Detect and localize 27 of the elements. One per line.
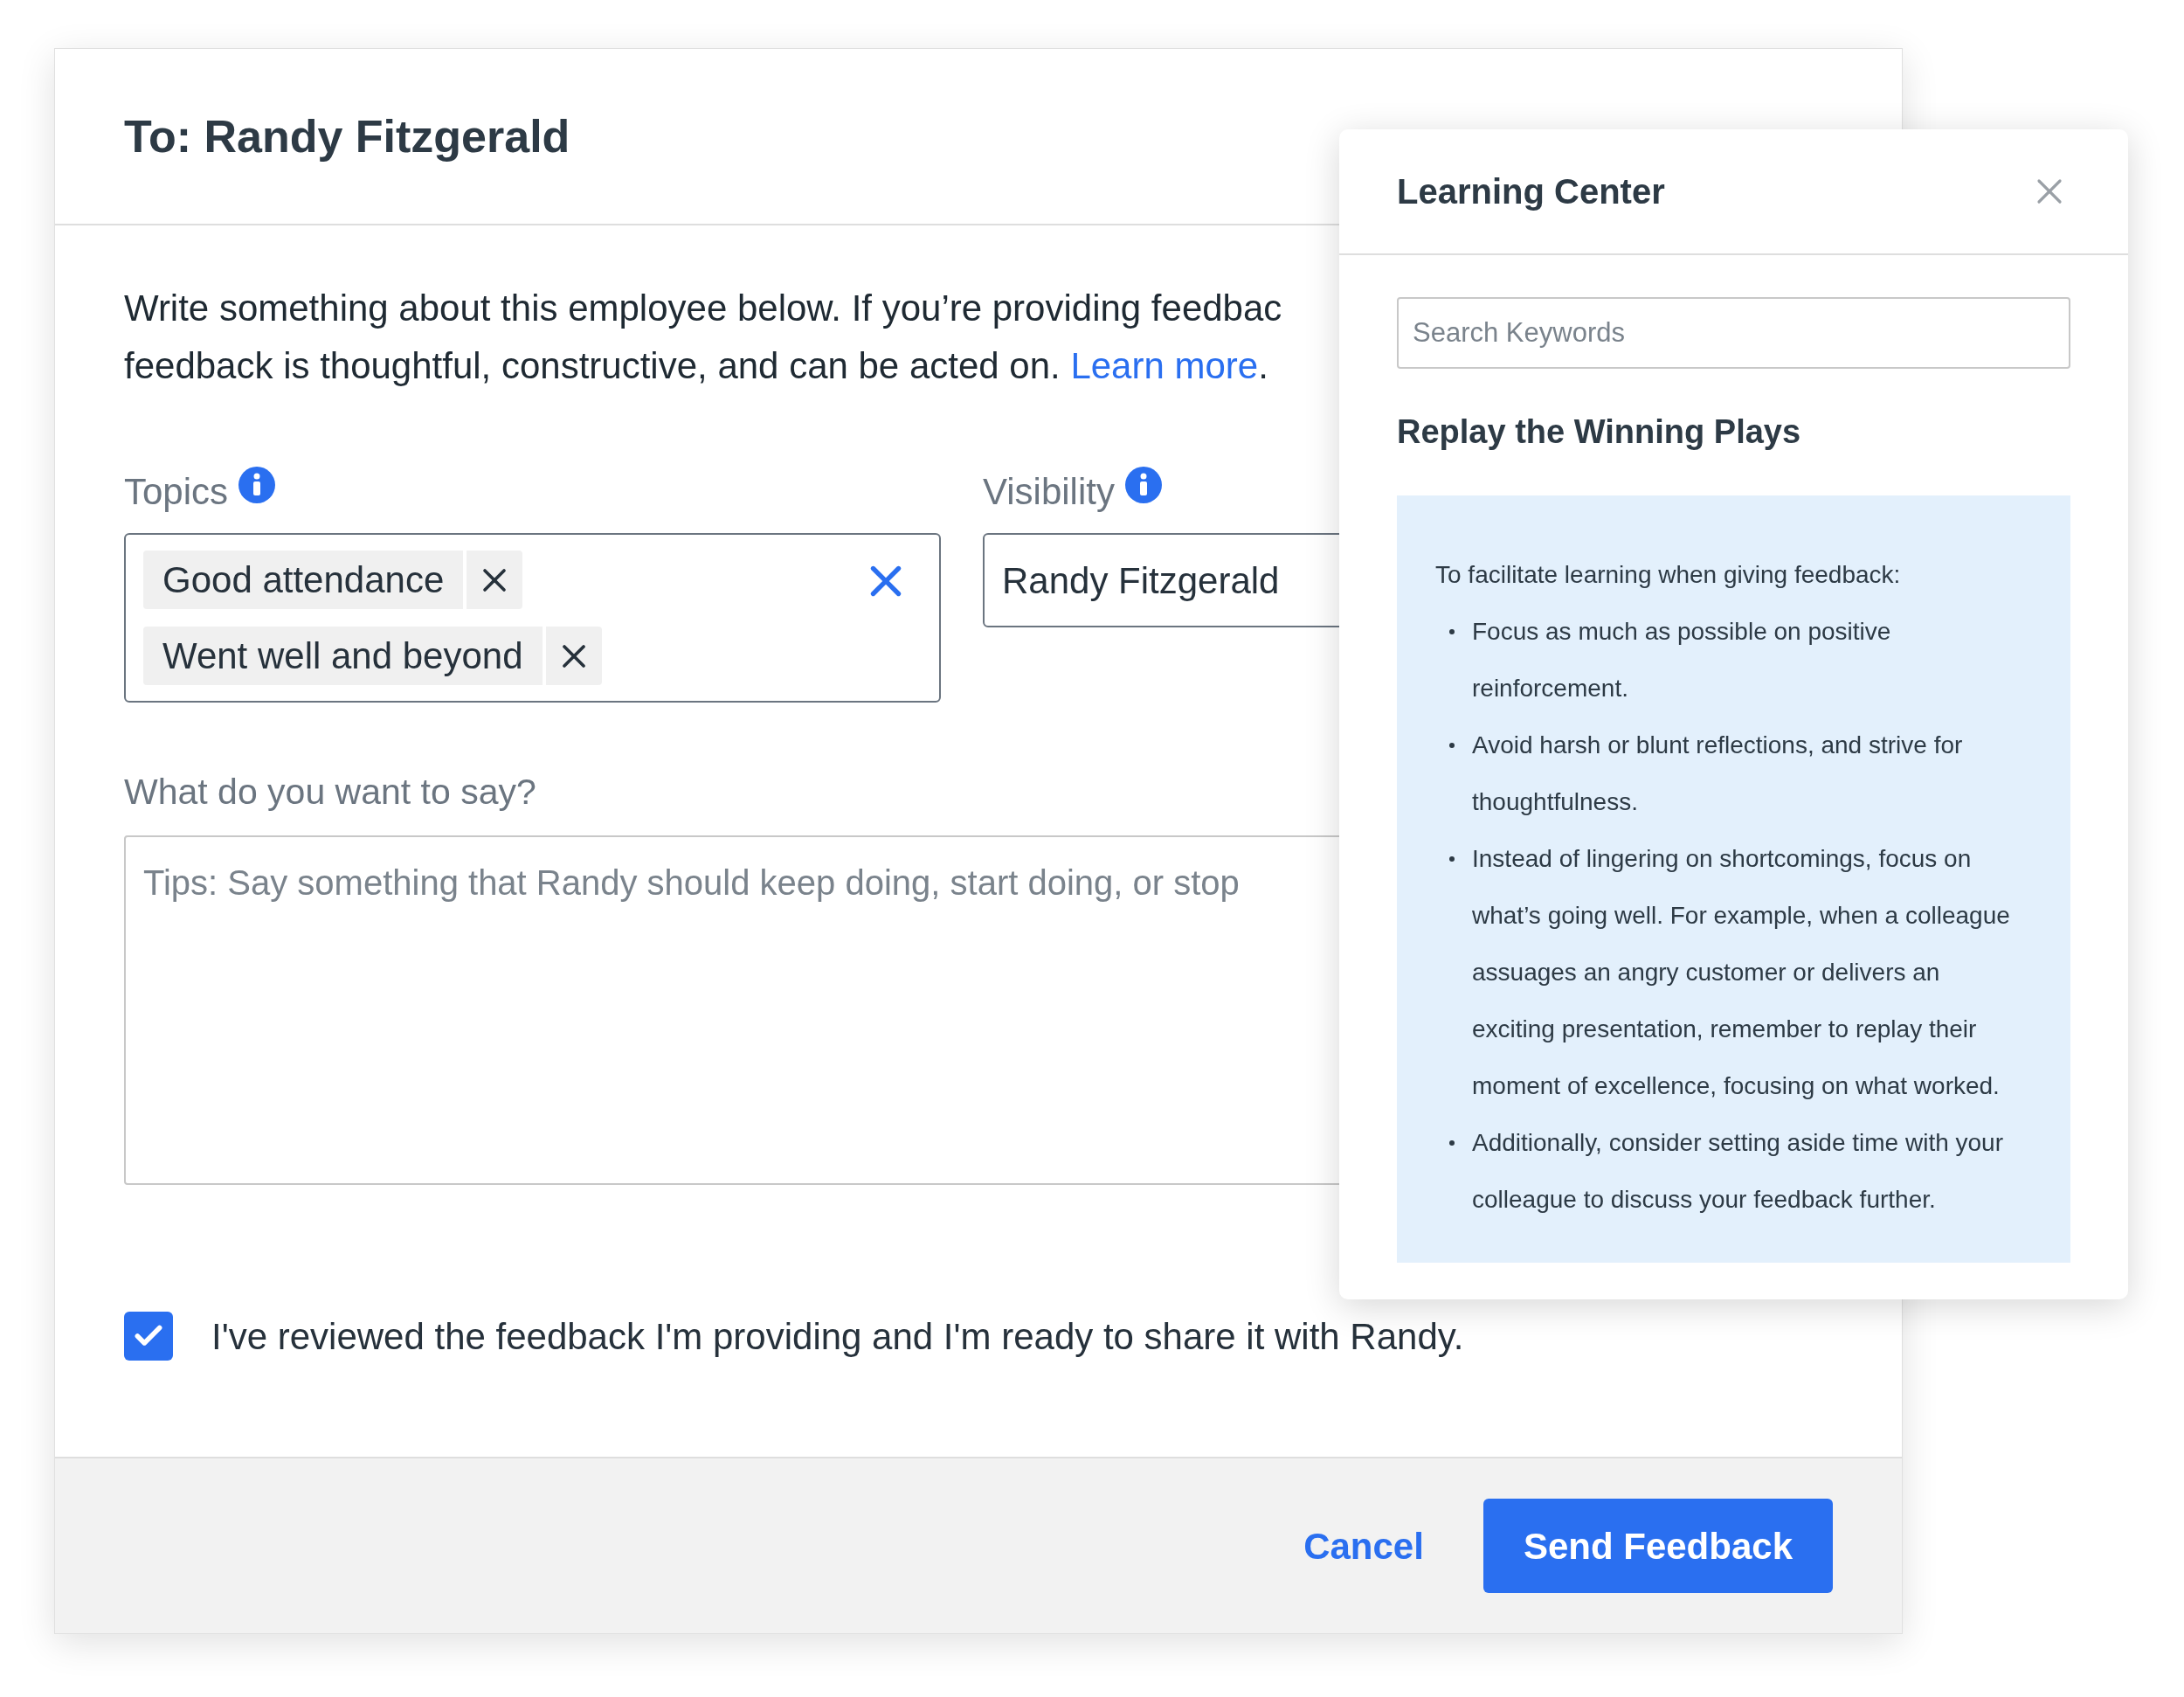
tips-intro: To facilitate learning when giving feedback: xyxy=(1435,560,1902,590)
panel-title: Learning Center xyxy=(1397,171,1665,212)
tag-label: Good attendance xyxy=(162,558,446,602)
dialog-title: To: Randy Fitzgerald xyxy=(124,110,570,163)
bullet-icon xyxy=(1449,743,1455,748)
intro-text: feedback is thoughtful, constructive, and can be acted on. Learn more. xyxy=(124,344,1268,388)
bullet-icon xyxy=(1449,856,1455,862)
search-field[interactable]: Search Keywords xyxy=(1397,297,2070,369)
message-label: What do you want to say? xyxy=(124,771,536,814)
confirm-label: I've reviewed the feedback I'm providing and I'm ready to share it with Randy. xyxy=(211,1314,1464,1359)
info-icon[interactable] xyxy=(238,467,276,503)
tip-text: Avoid harsh or blunt reflections, and strive for thoughtfulness. xyxy=(1472,731,1964,817)
confirm-checkbox[interactable] xyxy=(124,1312,173,1361)
section-heading: Replay the Winning Plays xyxy=(1397,412,1802,452)
send-feedback-button[interactable]: Send Feedback xyxy=(1482,1499,1833,1593)
learn-more-link[interactable]: Learn more xyxy=(1070,345,1259,386)
tip-text: Focus as much as possible on positive reinforcement. xyxy=(1472,617,1892,703)
visibility-value: Randy Fitzgerald xyxy=(1002,558,1280,603)
intro-text: Write something about this employee below. If you’re providing feedbac xyxy=(124,287,1282,330)
bullet-icon xyxy=(1449,1140,1455,1146)
topics-field[interactable]: Good attendance Went well and beyond xyxy=(124,533,941,703)
visibility-label: Visibility xyxy=(983,469,1115,514)
cancel-button[interactable]: Cancel xyxy=(1303,1518,1424,1574)
topics-label: Topics xyxy=(124,469,229,514)
bullet-icon xyxy=(1449,629,1455,634)
tag-label: Went well and beyond xyxy=(162,634,524,678)
info-icon[interactable] xyxy=(1124,467,1162,503)
